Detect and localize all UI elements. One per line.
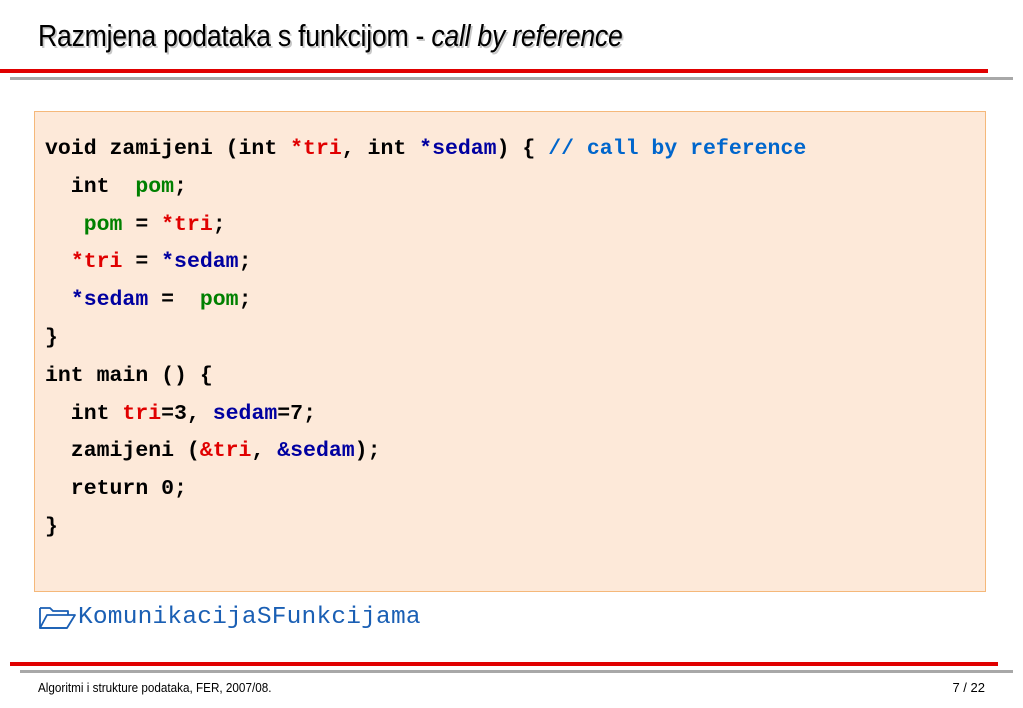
header-red-rule [0, 69, 988, 73]
code-line-4: *tri = *sedam; [70, 250, 252, 275]
slide-title-italic: call by reference [431, 18, 623, 53]
footer-red-rule [10, 662, 998, 666]
code-line-9: zamijeni (&tri, &sedam); [45, 439, 381, 464]
code-line-11: } [45, 514, 58, 539]
code-line-8: int tri=3, sedam=7; [45, 401, 316, 426]
code-line-3: pom = *tri; [83, 212, 226, 237]
example-file-link[interactable]: KomunikacijaSFunkcijama [38, 602, 421, 632]
footer-gray-rule [20, 670, 1013, 673]
slide-title: Razmjena podataka s funkcijom - call by … [38, 18, 623, 54]
code-line-6: } [45, 325, 58, 350]
code-line-7: int main () { [45, 363, 213, 388]
folder-icon [39, 607, 76, 629]
code-line-5: *sedam = pom; [70, 288, 252, 313]
footer-page-number: 7 / 22 [952, 680, 985, 695]
code-comment: // call by reference [548, 137, 807, 161]
slide-title-main: Razmjena podataka s funkcijom - [38, 18, 432, 53]
footer-course-info: Algoritmi i strukture podataka, FER, 200… [38, 680, 272, 695]
code-line-2: int pom; [45, 174, 187, 199]
code-line-10: return 0; [45, 477, 187, 502]
code-listing: void zamijeni (int *tri, int *sedam) { /… [45, 131, 806, 547]
header-gray-rule [10, 77, 1013, 80]
code-block: void zamijeni (int *tri, int *sedam) { /… [34, 111, 986, 592]
example-file-label[interactable]: KomunikacijaSFunkcijama [78, 604, 421, 631]
code-line-1: void zamijeni (int *tri, int *sedam) { /… [45, 137, 807, 161]
